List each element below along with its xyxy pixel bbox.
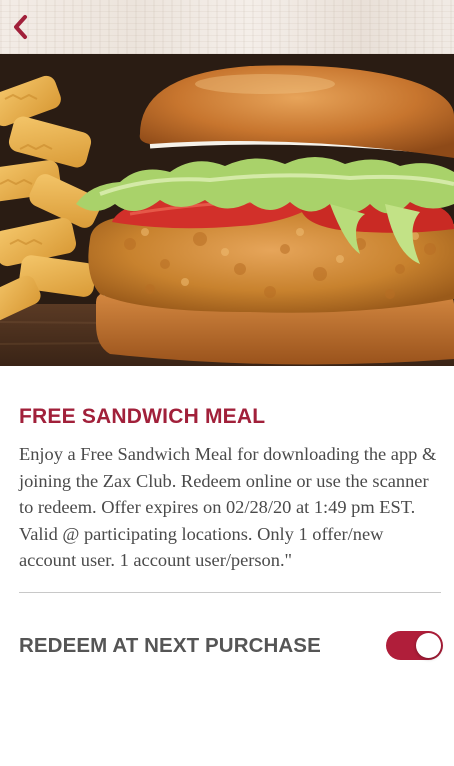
redeem-label: REDEEM AT NEXT PURCHASE (19, 634, 321, 657)
offer-description: Enjoy a Free Sandwich Meal for downloadi… (19, 444, 437, 570)
top-bar (0, 0, 454, 54)
divider (19, 592, 441, 593)
offer-title: FREE SANDWICH MEAL (19, 405, 266, 428)
chevron-left-icon (14, 15, 27, 39)
toggle-knob (416, 633, 441, 658)
back-button[interactable] (4, 8, 38, 46)
redeem-toggle[interactable] (386, 631, 443, 660)
hero-image (0, 54, 454, 366)
sandwich-illustration (0, 54, 454, 366)
